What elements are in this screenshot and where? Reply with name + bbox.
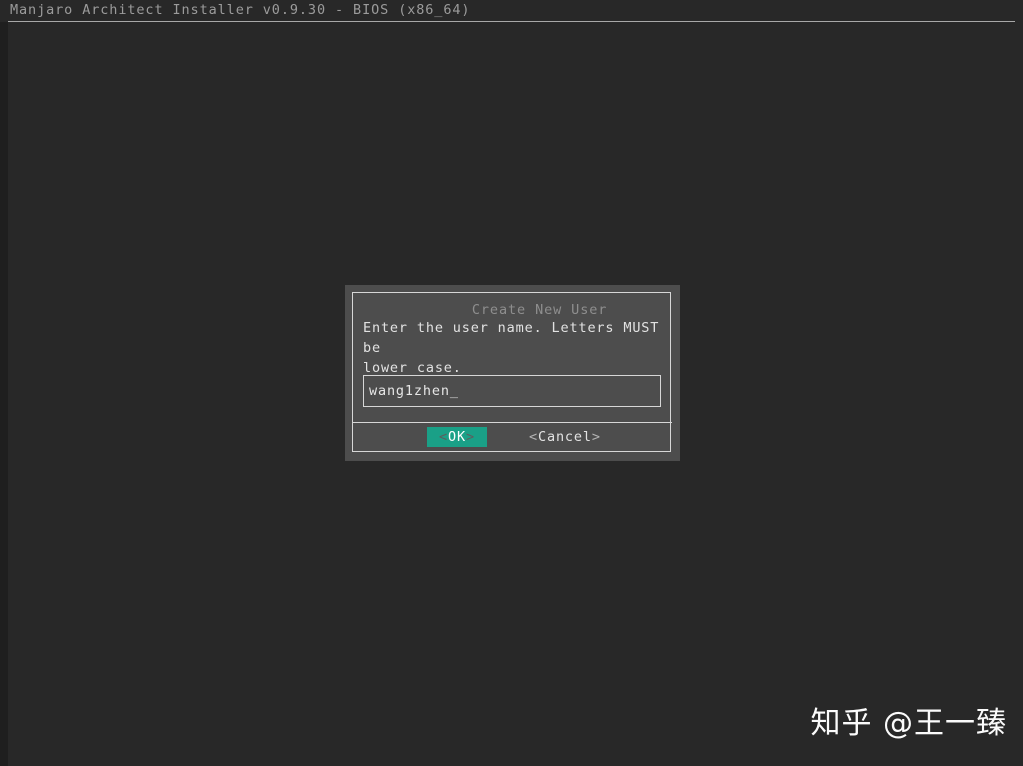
titlebar-divider — [8, 21, 1015, 22]
titlebar-title: Manjaro Architect Installer v0.9.30 - BI… — [10, 2, 471, 18]
dialog-title-text: Create New User — [463, 302, 616, 318]
username-input-value: wang1zhen — [369, 383, 450, 399]
username-input[interactable]: wang1zhen_ — [363, 375, 661, 407]
watermark: 知乎 @王一臻 — [810, 706, 1007, 741]
ok-button-left-arrow-icon: < — [439, 429, 449, 445]
dialog-title: Create New User — [345, 285, 680, 336]
ok-button-right-arrow-icon: > — [465, 429, 475, 445]
ok-button[interactable]: <OK> — [427, 427, 487, 447]
username-input-text: wang1zhen_ — [369, 381, 459, 401]
cancel-button[interactable]: <Cancel> — [529, 427, 601, 447]
screen-left-gutter — [0, 0, 8, 766]
terminal-screen: Manjaro Architect Installer v0.9.30 - BI… — [0, 0, 1023, 766]
titlebar: Manjaro Architect Installer v0.9.30 - BI… — [0, 0, 1023, 22]
cancel-button-right-bracket: > — [591, 429, 601, 445]
dialog-button-row: <OK> <Cancel> — [353, 423, 672, 452]
create-new-user-dialog: Create New User Enter the user name. Let… — [345, 285, 680, 461]
cancel-button-label: Cancel — [537, 429, 592, 445]
text-cursor: _ — [449, 383, 459, 399]
ok-button-label: OK — [448, 429, 466, 445]
cancel-button-left-bracket: < — [529, 429, 538, 445]
